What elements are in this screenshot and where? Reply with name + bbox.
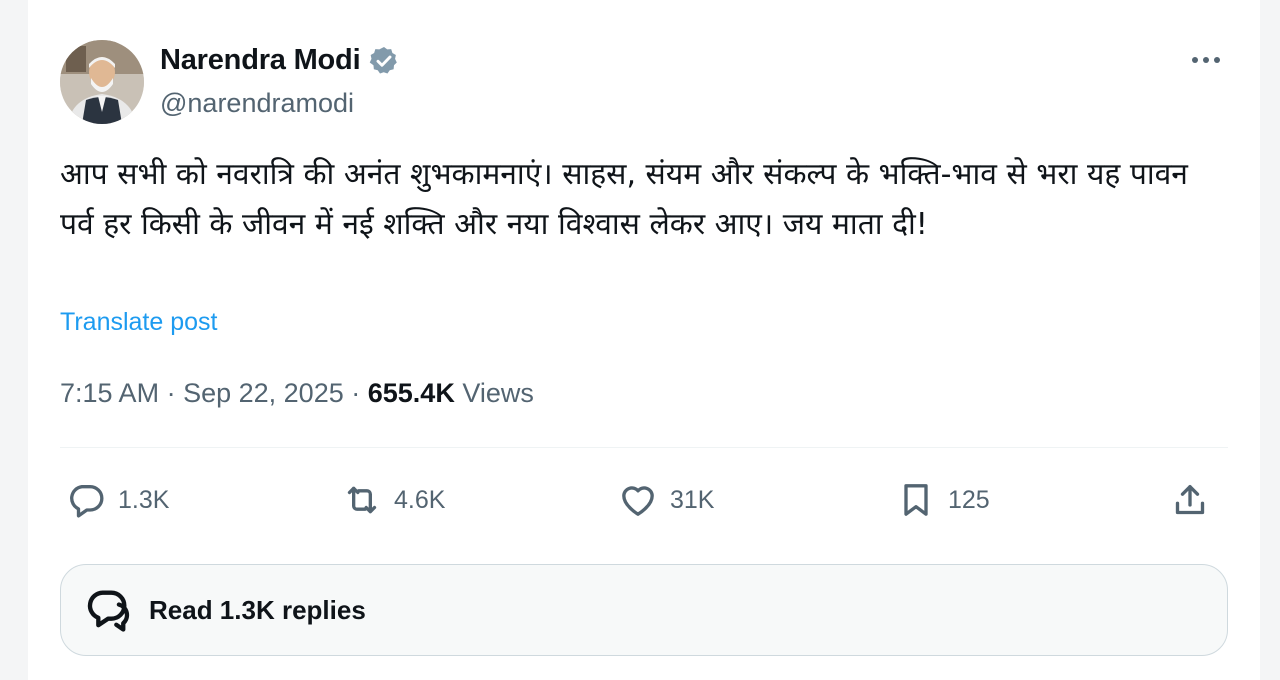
like-count: 31K bbox=[670, 485, 715, 514]
post-time[interactable]: 7:15 AM bbox=[60, 378, 159, 408]
bookmark-count: 125 bbox=[948, 485, 990, 514]
repost-button[interactable]: 4.6K bbox=[342, 470, 445, 530]
action-bar: 1.3K 4.6K 31K 125 bbox=[60, 470, 1228, 530]
author-handle[interactable]: @narendramodi bbox=[160, 88, 354, 119]
translate-post-link[interactable]: Translate post bbox=[60, 308, 217, 337]
avatar-image bbox=[60, 40, 144, 124]
avatar[interactable] bbox=[60, 40, 144, 124]
speech-bubble-icon bbox=[70, 485, 104, 518]
share-button[interactable] bbox=[1170, 470, 1210, 530]
more-dots-icon bbox=[1203, 57, 1209, 63]
more-dots-icon bbox=[1214, 57, 1220, 63]
post-metadata: 7:15 AM · Sep 22, 2025 · 655.4K Views bbox=[60, 378, 534, 409]
read-replies-label: Read 1.3K replies bbox=[149, 594, 366, 625]
repost-count: 4.6K bbox=[394, 485, 446, 514]
bookmark-button[interactable]: 125 bbox=[896, 470, 990, 530]
reply-count: 1.3K bbox=[118, 485, 170, 514]
post-date[interactable]: Sep 22, 2025 bbox=[183, 378, 344, 408]
author-name[interactable]: Narendra Modi bbox=[160, 44, 361, 77]
divider bbox=[60, 447, 1228, 448]
author-name-row: Narendra Modi bbox=[160, 44, 400, 77]
more-options-button[interactable] bbox=[1186, 44, 1226, 76]
repost-arrows-icon bbox=[347, 486, 377, 514]
share-upload-icon bbox=[1175, 485, 1205, 515]
meta-separator: · bbox=[351, 378, 368, 408]
reply-button[interactable]: 1.3K bbox=[66, 470, 169, 530]
meta-separator: · bbox=[166, 378, 184, 408]
post-card: Narendra Modi @narendramodi आप सभी को नव… bbox=[28, 0, 1260, 680]
post-text: आप सभी को नवरात्रि की अनंत शुभकामनाएं। स… bbox=[60, 157, 1188, 242]
like-button[interactable]: 31K bbox=[618, 470, 714, 530]
views-label: Views bbox=[462, 378, 534, 408]
views-count: 655.4K bbox=[367, 378, 455, 408]
read-replies-button[interactable]: Read 1.3K replies bbox=[60, 564, 1228, 656]
heart-icon bbox=[622, 486, 654, 516]
bookmark-icon bbox=[904, 484, 928, 516]
more-dots-icon bbox=[1192, 57, 1198, 63]
verified-badge-icon[interactable] bbox=[368, 45, 400, 77]
conversation-bubbles-icon bbox=[87, 590, 130, 632]
